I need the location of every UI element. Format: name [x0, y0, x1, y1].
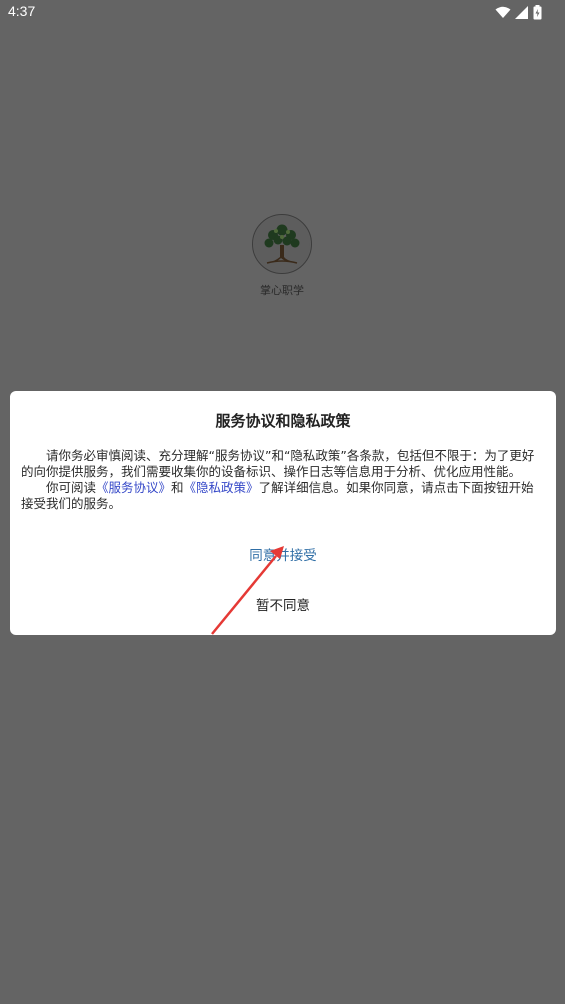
dialog-paragraph-1: 请你务必审慎阅读、充分理解“服务协议”和“隐私政策”各条款，包括但不限于：为了更…: [21, 448, 535, 479]
dialog-body: 请你务必审慎阅读、充分理解“服务协议”和“隐私政策”各条款，包括但不限于：为了更…: [21, 448, 545, 512]
para2-prefix: 你可阅读: [46, 480, 97, 495]
privacy-dialog: 服务协议和隐私政策 请你务必审慎阅读、充分理解“服务协议”和“隐私政策”各条款，…: [10, 391, 556, 635]
signal-icon: [515, 5, 529, 19]
status-icons: [495, 4, 542, 20]
tree-logo-icon: [252, 214, 312, 274]
agree-button[interactable]: 同意并接受: [10, 544, 556, 564]
privacy-policy-link[interactable]: 《隐私政策》: [184, 480, 259, 495]
app-name: 掌心职学: [260, 284, 304, 297]
battery-icon: [533, 4, 542, 20]
status-bar: 4:37: [0, 0, 565, 24]
status-time: 4:37: [8, 3, 36, 19]
service-agreement-link[interactable]: 《服务协议》: [96, 480, 171, 495]
dialog-paragraph-2: 你可阅读《服务协议》和《隐私政策》了解详细信息。如果你同意，请点击下面按钮开始接…: [21, 480, 545, 512]
disagree-button[interactable]: 暂不同意: [10, 594, 556, 614]
wifi-icon: [495, 6, 511, 19]
dialog-title: 服务协议和隐私政策: [215, 412, 351, 430]
para2-and: 和: [171, 480, 184, 495]
